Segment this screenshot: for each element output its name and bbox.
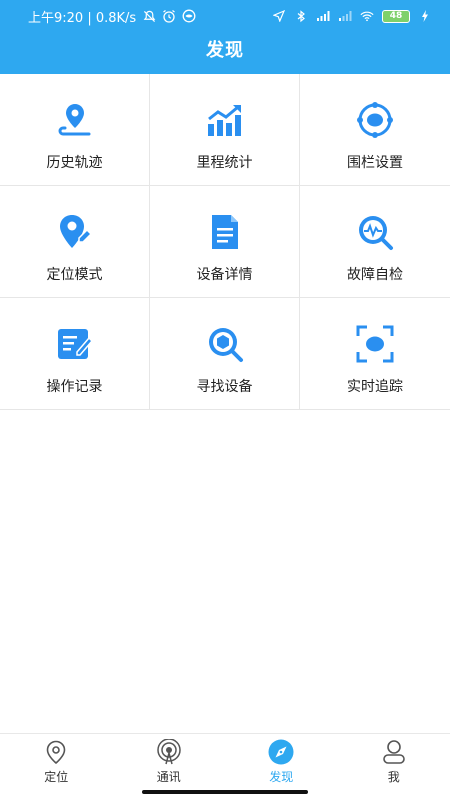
grid-item-find-device[interactable]: 寻找设备 <box>150 298 300 410</box>
app-header: 上午9:20 | 0.8K/s 48 发现 <box>0 0 450 74</box>
status-bar: 上午9:20 | 0.8K/s 48 <box>0 0 450 32</box>
grid-item-history-track[interactable]: 历史轨迹 <box>0 74 150 186</box>
tab-location[interactable]: 定位 <box>0 734 113 800</box>
wifi-icon <box>360 9 374 23</box>
grid-item-label: 定位模式 <box>46 267 103 283</box>
grid-item-device-details[interactable]: 设备详情 <box>150 186 300 298</box>
tab-label: 通讯 <box>156 770 181 784</box>
grid-item-label: 围栏设置 <box>347 155 403 171</box>
grid-item-label: 故障自检 <box>347 267 403 283</box>
user-icon <box>381 739 407 765</box>
scan-frame-icon <box>355 324 395 364</box>
page-title: 发现 <box>206 40 244 61</box>
feature-grid: 历史轨迹 里程统计 围栏设置 定位模式 设备详情 故障自检 操作记录 寻找设备 … <box>0 74 450 410</box>
bar-chart-trend-icon <box>205 100 245 140</box>
bluetooth-icon <box>294 9 308 23</box>
charging-bolt-icon <box>418 9 432 23</box>
grid-item-label: 操作记录 <box>46 379 103 395</box>
location-pin-icon <box>43 739 69 765</box>
grid-item-label: 寻找设备 <box>196 379 253 395</box>
tab-label: 定位 <box>44 770 69 784</box>
grid-item-fence-settings[interactable]: 围栏设置 <box>300 74 450 186</box>
diagnostic-magnifier-icon <box>355 212 395 252</box>
grid-item-location-mode[interactable]: 定位模式 <box>0 186 150 298</box>
find-device-icon <box>205 324 245 364</box>
grid-item-realtime-tracking[interactable]: 实时追踪 <box>300 298 450 410</box>
signal-tower-icon <box>156 739 182 765</box>
cellular-signal-icon <box>316 9 330 23</box>
fence-target-icon <box>355 100 395 140</box>
status-time-speed: 上午9:20 | 0.8K/s <box>28 10 137 26</box>
grid-item-label: 里程统计 <box>196 155 253 171</box>
location-arrow-icon <box>272 9 286 23</box>
edit-record-icon <box>55 324 95 364</box>
home-indicator[interactable] <box>142 790 308 794</box>
route-pin-icon <box>55 100 95 140</box>
grid-item-operation-log[interactable]: 操作记录 <box>0 298 150 410</box>
mute-icon <box>142 9 156 23</box>
grid-item-fault-check[interactable]: 故障自检 <box>300 186 450 298</box>
eye-protect-icon <box>182 9 196 23</box>
alarm-icon <box>162 9 176 23</box>
compass-icon <box>268 739 294 765</box>
tab-label: 我 <box>387 770 400 784</box>
grid-item-label: 实时追踪 <box>347 379 403 395</box>
tab-label: 发现 <box>269 770 294 784</box>
grid-item-mileage-stats[interactable]: 里程统计 <box>150 74 300 186</box>
battery-indicator: 48 <box>382 9 410 23</box>
document-icon <box>205 212 245 252</box>
grid-item-label: 历史轨迹 <box>46 155 103 171</box>
tab-me[interactable]: 我 <box>338 734 450 800</box>
grid-item-label: 设备详情 <box>196 267 253 283</box>
location-mode-icon <box>55 212 95 252</box>
cellular-signal-weak-icon <box>338 9 352 23</box>
